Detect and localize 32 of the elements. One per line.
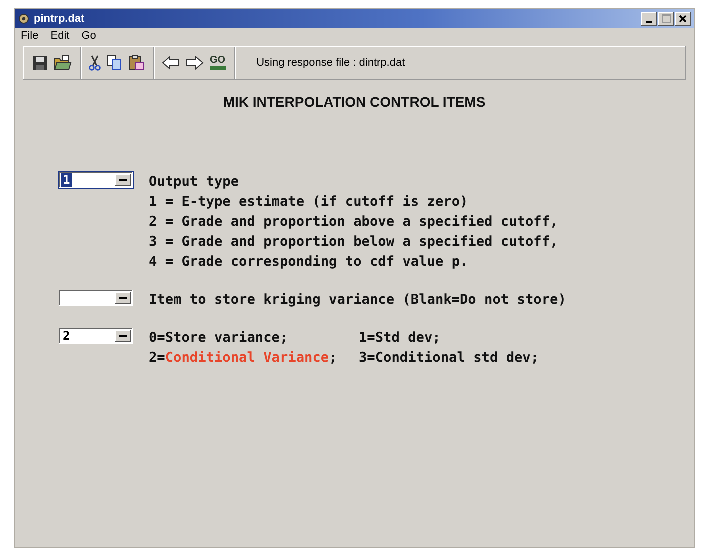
close-icon[interactable] xyxy=(679,14,687,22)
dropdown-field[interactable]: 2 xyxy=(59,328,133,344)
option-text: 0=Store variance; xyxy=(149,329,290,348)
window-title: pintrp.dat xyxy=(34,12,86,24)
minimize-button[interactable] xyxy=(641,12,657,26)
option-text: 1=Std dev; xyxy=(359,329,441,348)
option-text: 2 = Grade and proportion above a specified cutoff, xyxy=(149,213,558,232)
option-text: 3 = Grade and proportion below a specified cutoff, xyxy=(149,233,558,252)
option-text: 3=Conditional std dev; xyxy=(359,349,540,368)
paste-icon[interactable] xyxy=(129,55,145,71)
open-folder-icon[interactable] xyxy=(54,55,72,71)
forward-arrow-icon[interactable] xyxy=(186,56,204,70)
menu-item[interactable]: Edit xyxy=(50,30,70,42)
option-text: 4 = Grade corresponding to cdf value p. xyxy=(149,253,468,272)
close-button[interactable] xyxy=(675,12,691,26)
copy-icon[interactable] xyxy=(107,55,123,71)
go-button[interactable]: GO xyxy=(210,56,226,70)
maximize-button[interactable] xyxy=(658,12,674,26)
page-heading: MIK INTERPOLATION CONTROL ITEMS xyxy=(222,94,487,110)
option-text: 1 = E-type estimate (if cutoff is zero) xyxy=(149,193,468,212)
menu-item[interactable]: File xyxy=(21,30,39,42)
back-arrow-icon[interactable] xyxy=(162,56,180,70)
option-text: 2=Conditional Variance; xyxy=(149,349,338,368)
field-label: Output type xyxy=(149,173,240,192)
dropdown-field[interactable]: 1 xyxy=(59,172,133,188)
cut-icon[interactable] xyxy=(89,55,101,71)
status-text: Using response file : dintrp.dat xyxy=(256,56,406,71)
save-icon[interactable] xyxy=(32,55,48,71)
field-label: Item to store kriging variance (Blank=Do not store) xyxy=(149,291,566,310)
app-icon xyxy=(18,12,30,24)
menu-item[interactable]: Go xyxy=(82,30,96,42)
dropdown-field[interactable] xyxy=(59,290,133,306)
